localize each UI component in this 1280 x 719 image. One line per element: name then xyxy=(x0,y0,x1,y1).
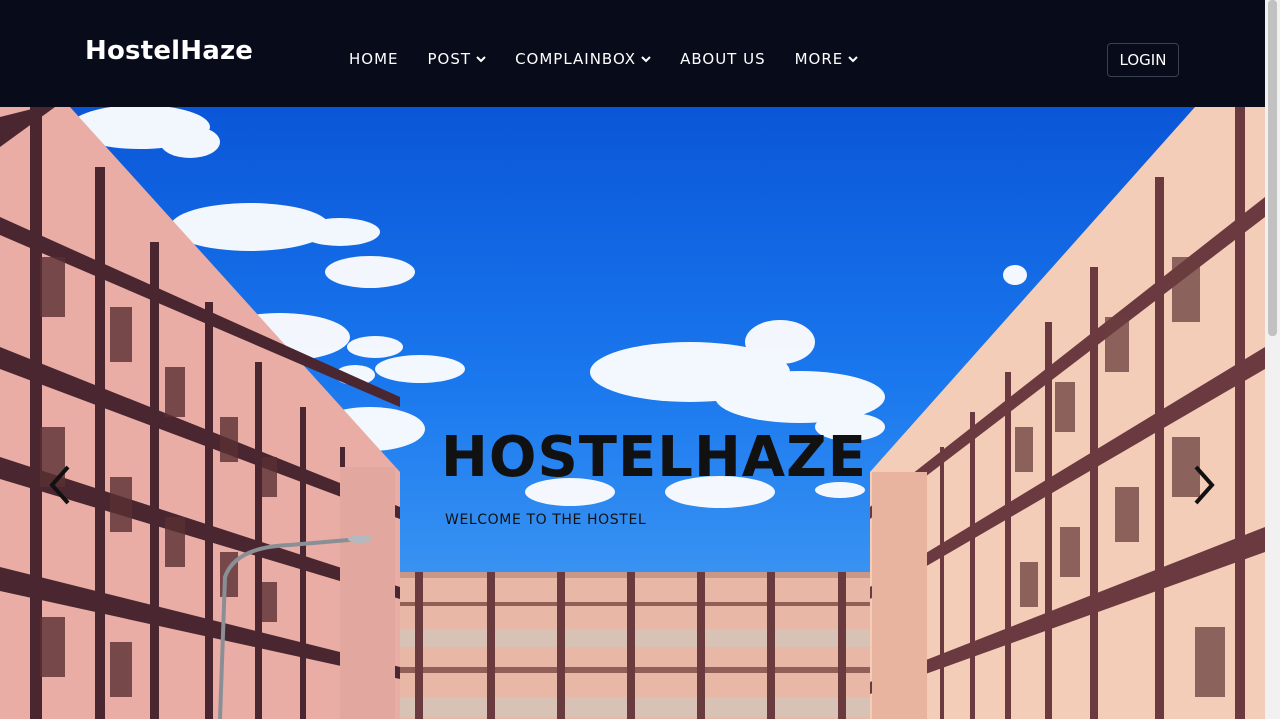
nav-item-label: ABOUT US xyxy=(680,50,766,68)
hero-title: HOSTELHAZE xyxy=(441,425,868,490)
page-scrollbar[interactable] xyxy=(1265,0,1280,719)
top-navbar: HostelHaze HOME POST COMPLAINBOX ABOUT U… xyxy=(0,0,1265,107)
chevron-right-icon xyxy=(1194,465,1215,505)
nav-item-label: COMPLAINBOX xyxy=(515,50,637,68)
chevron-down-icon xyxy=(476,56,486,63)
brand-logo[interactable]: HostelHaze xyxy=(85,36,253,66)
nav-item-complainbox[interactable]: COMPLAINBOX xyxy=(515,50,651,68)
chevron-down-icon xyxy=(641,56,651,63)
nav-item-more[interactable]: MORE xyxy=(795,50,859,68)
nav-item-label: MORE xyxy=(794,50,844,68)
nav-item-post[interactable]: POST xyxy=(428,50,487,68)
hero-background-image xyxy=(0,107,1265,719)
nav-item-about-us[interactable]: ABOUT US xyxy=(680,50,766,68)
chevron-down-icon xyxy=(848,56,858,63)
chevron-left-icon xyxy=(49,465,70,505)
nav-item-label: POST xyxy=(427,50,472,68)
nav-item-home[interactable]: HOME xyxy=(349,50,399,68)
carousel-next-button[interactable] xyxy=(1188,463,1220,507)
carousel-prev-button[interactable] xyxy=(44,463,76,507)
scrollbar-thumb[interactable] xyxy=(1268,0,1277,336)
nav-item-label: HOME xyxy=(349,50,399,68)
main-nav: HOME POST COMPLAINBOX ABOUT US MORE xyxy=(349,50,887,68)
login-button[interactable]: LOGIN xyxy=(1107,43,1179,77)
hero-carousel: HOSTELHAZE WELCOME TO THE HOSTEL xyxy=(0,107,1265,719)
hero-subtitle: WELCOME TO THE HOSTEL xyxy=(445,512,647,528)
